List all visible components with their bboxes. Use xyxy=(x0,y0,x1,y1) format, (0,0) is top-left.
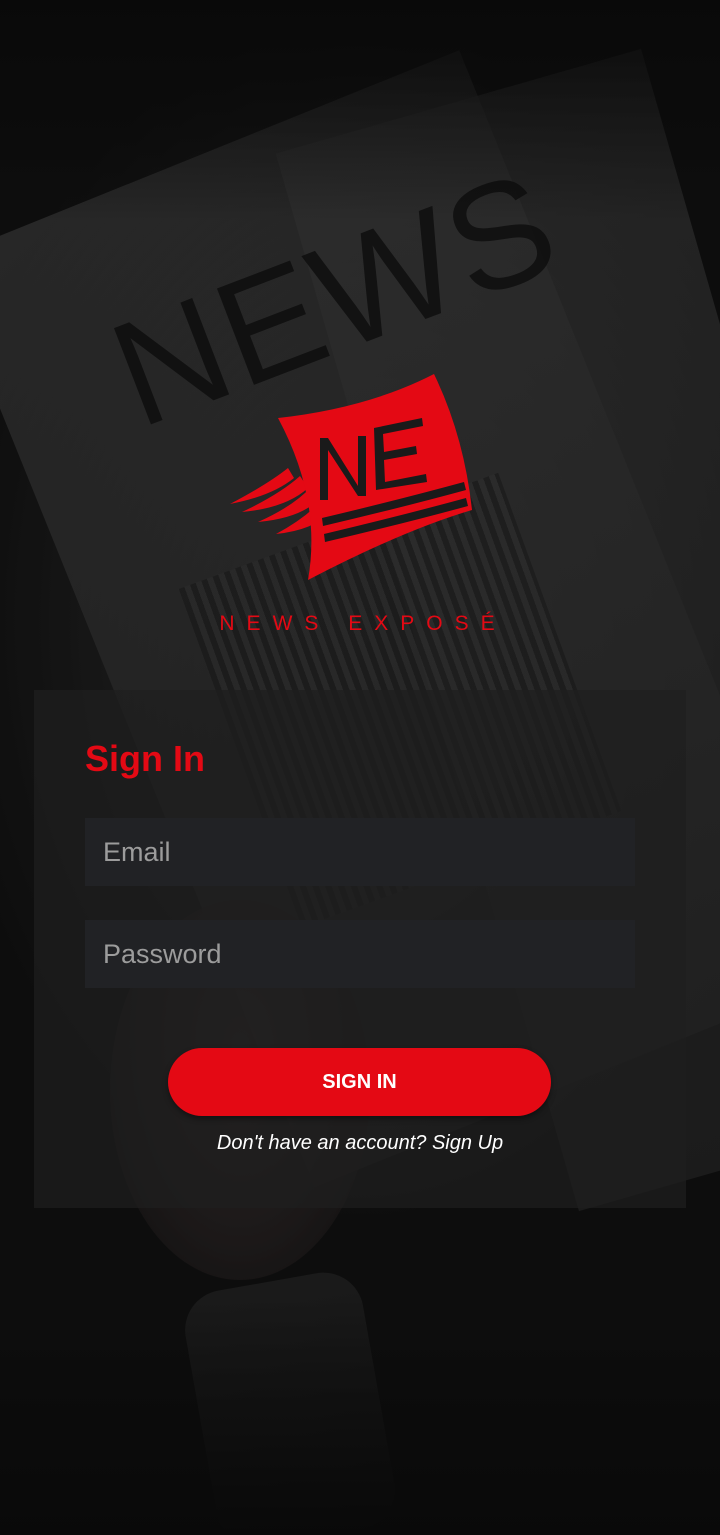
password-field[interactable] xyxy=(85,920,635,988)
sign-in-button[interactable]: SIGN IN xyxy=(168,1048,551,1116)
sign-up-link[interactable]: Don't have an account? Sign Up xyxy=(34,1132,686,1155)
sign-in-title: Sign In xyxy=(85,738,205,779)
brand-name: NEWS EXPOSÉ xyxy=(219,612,507,635)
news-expose-logo xyxy=(228,372,478,582)
sign-in-card: Sign In SIGN IN Don't have an account? S… xyxy=(34,690,686,1208)
email-field[interactable] xyxy=(85,818,635,886)
